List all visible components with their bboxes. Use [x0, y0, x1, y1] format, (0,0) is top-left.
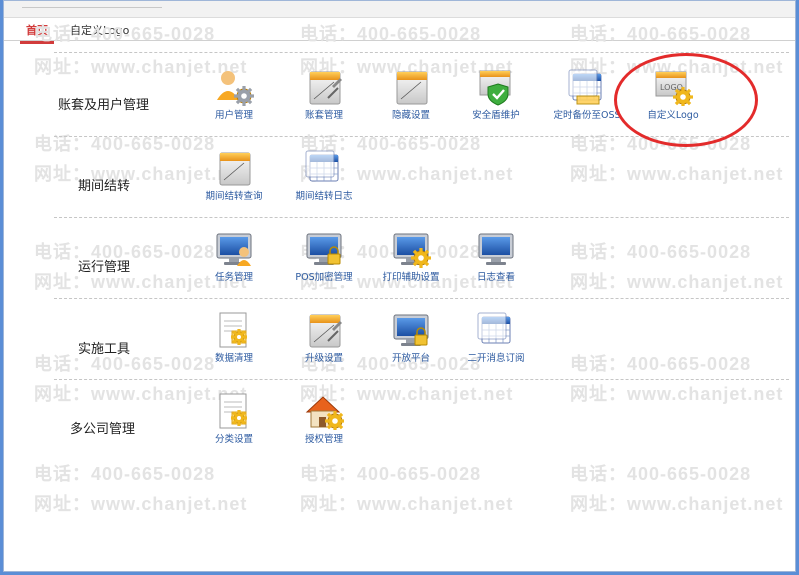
settings-item[interactable]: 二开消息订阅 [455, 311, 537, 373]
settings-item-label: 授权管理 [304, 434, 343, 445]
settings-item-label: 任务管理 [214, 272, 253, 283]
shield-check-icon [476, 68, 516, 106]
settings-item-label: 期间结转日志 [295, 191, 353, 202]
calendar-log-icon [476, 311, 516, 349]
top-bar-fade [22, 0, 162, 8]
settings-item-label: 分类设置 [214, 434, 253, 445]
settings-item[interactable]: 日志查看 [455, 230, 537, 292]
notebook-icon [214, 149, 254, 187]
monitor-gear-icon [391, 230, 431, 268]
settings-item-label: 开放平台 [391, 353, 430, 364]
house-gear-icon [304, 392, 345, 431]
settings-item[interactable]: 分类设置 [193, 392, 275, 454]
notebook-tools-icon [304, 68, 344, 106]
settings-item[interactable]: 用户管理 [193, 68, 275, 130]
section-label: 期间结转 [78, 179, 131, 194]
settings-item-label: 二开消息订阅 [467, 353, 525, 364]
settings-item-label: 期间结转查询 [205, 191, 263, 202]
settings-item-label: 打印辅助设置 [382, 272, 440, 283]
section-label: 多公司管理 [70, 422, 136, 437]
settings-item[interactable]: POS加密管理 [283, 230, 365, 292]
document-gear-icon [214, 392, 254, 430]
monitor-lock-icon [304, 230, 344, 268]
settings-item-label: 隐藏设置 [391, 110, 430, 121]
tab-home[interactable]: 首页 [20, 22, 54, 44]
section-divider [54, 217, 789, 218]
settings-item-label: POS加密管理 [295, 272, 353, 283]
notebook-icon [391, 68, 431, 106]
settings-item[interactable]: 安全盾维护 [455, 68, 537, 130]
settings-item-label: 账套管理 [304, 110, 343, 121]
settings-item-label: 安全盾维护 [472, 110, 520, 121]
section-label: 实施工具 [78, 342, 131, 357]
settings-item-label: 升级设置 [304, 353, 343, 364]
settings-item[interactable]: 任务管理 [193, 230, 275, 292]
settings-item[interactable]: 开放平台 [370, 311, 452, 373]
notebook-tools-icon [304, 311, 344, 349]
calendar-backup-icon [567, 68, 607, 106]
settings-item[interactable]: 期间结转查询 [193, 149, 275, 211]
monitor-user-icon [214, 230, 254, 268]
settings-item-label: 日志查看 [476, 272, 515, 283]
document-gear-icon [214, 311, 254, 349]
section-divider [54, 298, 789, 299]
settings-item[interactable]: 升级设置 [283, 311, 365, 373]
settings-item-label: 用户管理 [214, 110, 253, 121]
settings-item[interactable]: 账套管理 [283, 68, 365, 130]
section-label: 账套及用户管理 [58, 98, 150, 113]
users-gear-icon [214, 68, 254, 106]
settings-item[interactable]: 期间结转日志 [283, 149, 365, 211]
settings-item[interactable]: 数据清理 [193, 311, 275, 373]
monitor-icon [476, 230, 516, 268]
settings-item-label: 数据清理 [214, 353, 253, 364]
tab-custom-logo[interactable]: 自定义Logo [70, 22, 129, 38]
settings-item[interactable]: 打印辅助设置 [370, 230, 452, 292]
calendar-log-icon [304, 149, 344, 187]
section-divider [54, 379, 789, 380]
highlight-circle [614, 53, 758, 147]
monitor-lock-icon [391, 311, 431, 349]
settings-item[interactable]: 隐藏设置 [370, 68, 452, 130]
settings-item[interactable]: 授权管理 [283, 392, 365, 454]
top-bar [4, 1, 795, 18]
section-label: 运行管理 [78, 260, 131, 275]
tab-bar: 首页 自定义Logo [4, 18, 795, 44]
